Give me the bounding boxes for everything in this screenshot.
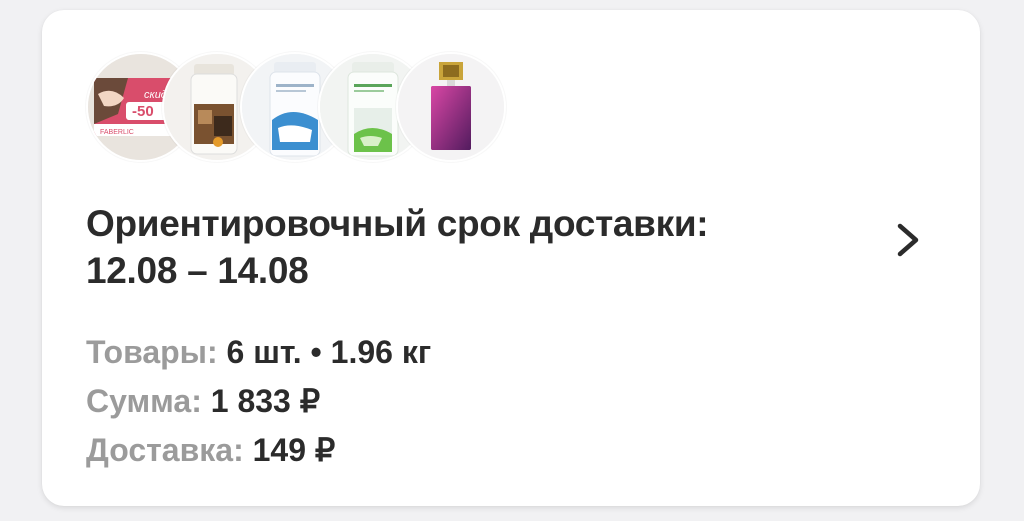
sum-label: Сумма: xyxy=(86,383,202,419)
chevron-right-icon[interactable] xyxy=(892,218,924,262)
delivery-cost-row: Доставка: 149 ₽ xyxy=(86,426,431,475)
items-row: Товары: 6 шт. • 1.96 кг xyxy=(86,328,431,377)
delivery-cost-label: Доставка: xyxy=(86,432,244,468)
delivery-card[interactable]: скидки -50 FABERLIC Ориентировочный срок… xyxy=(42,10,980,506)
delivery-date-range: 12.08 – 14.08 xyxy=(86,250,309,291)
items-label: Товары: xyxy=(86,334,218,370)
promo-brand: FABERLIC xyxy=(100,129,134,136)
delivery-cost-value: 149 ₽ xyxy=(252,432,336,468)
items-value: 6 шт. • 1.96 кг xyxy=(226,334,432,370)
order-summary: Товары: 6 шт. • 1.96 кг Сумма: 1 833 ₽ Д… xyxy=(86,328,431,475)
delivery-estimate-title: Ориентировочный срок доставки: 12.08 – 1… xyxy=(86,200,786,294)
product-thumbnails: скидки -50 FABERLIC xyxy=(86,52,506,162)
thumbnail-perfume xyxy=(396,52,506,162)
sum-value: 1 833 ₽ xyxy=(210,383,321,419)
promo-text-mid: -50 xyxy=(132,103,154,120)
sum-row: Сумма: 1 833 ₽ xyxy=(86,377,431,426)
delivery-title-label: Ориентировочный срок доставки: xyxy=(86,203,709,244)
